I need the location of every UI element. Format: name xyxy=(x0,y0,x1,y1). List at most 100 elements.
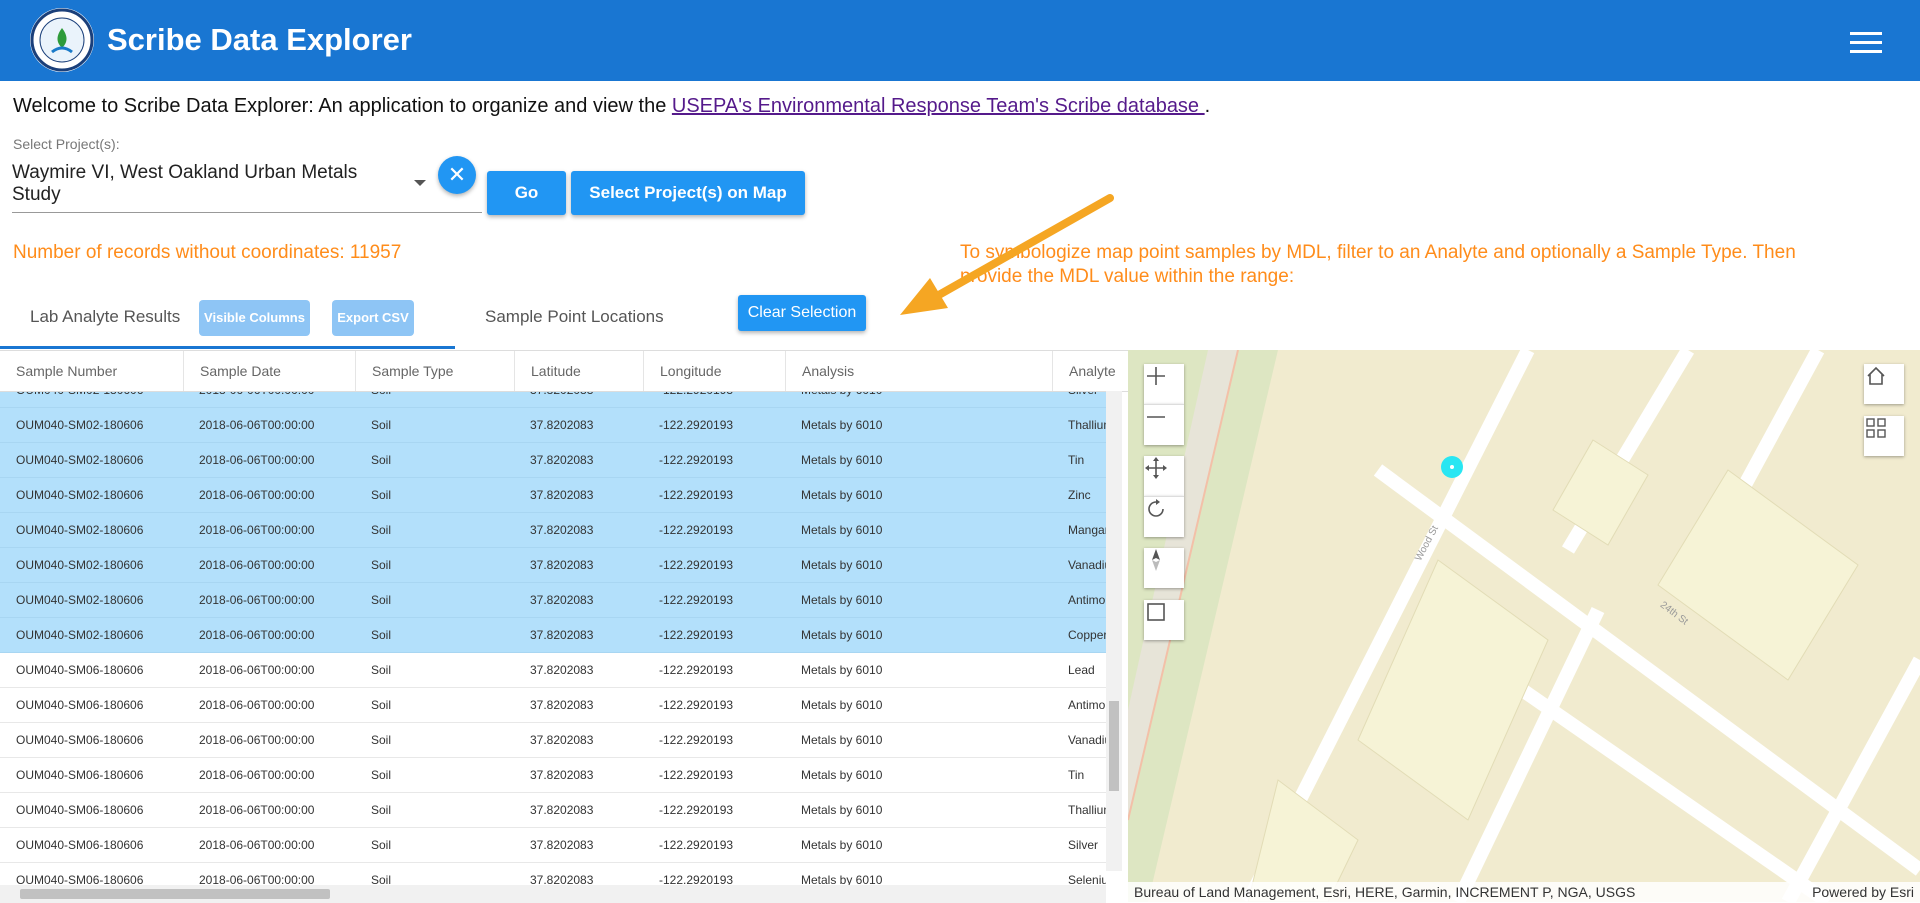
cell-sample-number: OUM040-SM02-180606 xyxy=(16,488,144,502)
cell-sample-date: 2018-06-06T00:00:00 xyxy=(199,488,315,502)
table-row[interactable]: OUM040-SM02-180606 2018-06-06T00:00:00 Soi… xyxy=(0,513,1106,548)
column-header-sample-date[interactable]: Sample Date xyxy=(183,351,355,391)
cell-sample-number: OUM040-SM02-180606 xyxy=(16,628,144,642)
table-row[interactable]: OUM040-SM06-180606 2018-06-06T00:00:00 Soi… xyxy=(0,793,1106,828)
cell-sample-number: OUM040-SM06-180606 xyxy=(16,838,144,852)
cell-sample-number: OUM040-SM02-180606 xyxy=(16,593,144,607)
map-view[interactable]: Wood St 24th St Bureau of Land Managemen… xyxy=(1128,350,1920,902)
close-icon[interactable]: ✕ xyxy=(438,156,476,194)
visible-columns-button[interactable]: Visible Columns xyxy=(199,300,310,336)
cell-analyte: Antimony xyxy=(1068,593,1106,607)
cell-sample-date: 2018-06-06T00:00:00 xyxy=(199,523,315,537)
horizontal-scrollbar[interactable] xyxy=(0,885,1106,903)
pan-icon[interactable] xyxy=(1144,456,1184,496)
export-csv-button[interactable]: Export CSV xyxy=(332,300,414,336)
tab-bar: Lab Analyte Results Visible Columns Expo… xyxy=(0,290,1128,350)
cell-sample-type: Soil xyxy=(371,453,392,467)
table-row[interactable]: OUM040-SM02-180606 2018-06-06T00:00:00 Soi… xyxy=(0,548,1106,583)
tab-lab-analyte-results[interactable]: Lab Analyte Results xyxy=(30,307,180,327)
table-row[interactable]: OUM040-SM06-180606 2018-06-06T00:00:00 Soi… xyxy=(0,758,1106,793)
cell-longitude: -122.2920193 xyxy=(659,523,734,537)
table-row[interactable]: OUM040-SM06-180606 2018-06-06T00:00:00 Soi… xyxy=(0,688,1106,723)
clear-selection-button[interactable]: Clear Selection xyxy=(738,295,866,331)
cell-longitude: -122.2920193 xyxy=(659,803,734,817)
cell-analysis: Metals by 6010 xyxy=(801,803,883,817)
cell-latitude: 37.8202083 xyxy=(530,768,594,782)
cell-sample-date: 2018-06-06T00:00:00 xyxy=(199,628,315,642)
column-header-analyte[interactable]: Analyte xyxy=(1052,351,1120,391)
chevron-down-icon[interactable] xyxy=(414,180,426,186)
horizontal-scroll-thumb[interactable] xyxy=(20,889,330,899)
select-projects-on-map-button[interactable]: Select Project(s) on Map xyxy=(571,171,805,215)
cell-sample-type: Soil xyxy=(371,698,392,712)
cell-analysis: Metals by 6010 xyxy=(801,698,883,712)
cell-sample-type: Soil xyxy=(371,768,392,782)
powered-by-esri[interactable]: Powered by Esri xyxy=(1812,882,1914,902)
cell-analysis: Metals by 6010 xyxy=(801,733,883,747)
cell-sample-type: Soil xyxy=(371,558,392,572)
rotate-icon[interactable] xyxy=(1144,496,1184,537)
cell-analyte: Zinc xyxy=(1068,488,1091,502)
table-row[interactable]: OUM040-SM06-180606 2018-06-06T00:00:00 Soi… xyxy=(0,723,1106,758)
cell-longitude: -122.2920193 xyxy=(659,418,734,432)
results-grid: Sample Number Sample Date Sample Type La… xyxy=(0,350,1128,903)
cell-sample-number: OUM040-SM06-180606 xyxy=(16,663,144,677)
column-header-analysis[interactable]: Analysis xyxy=(785,351,1053,391)
table-row[interactable]: OUM040-SM02-180606 2018-06-06T00:00:00 Soi… xyxy=(0,618,1106,653)
cell-latitude: 37.8202083 xyxy=(530,733,594,747)
map-attribution: Bureau of Land Management, Esri, HERE, G… xyxy=(1128,882,1920,902)
cell-latitude: 37.8202083 xyxy=(530,418,594,432)
cell-latitude: 37.8202083 xyxy=(530,523,594,537)
column-header-longitude[interactable]: Longitude xyxy=(643,351,786,391)
vertical-scroll-thumb[interactable] xyxy=(1109,701,1119,791)
cell-analyte: Silver xyxy=(1068,838,1099,852)
go-button[interactable]: Go xyxy=(487,171,566,215)
table-row[interactable]: OUM040-SM02-180606 2018-06-06T00:00:00 Soi… xyxy=(0,583,1106,618)
table-row[interactable]: OUM040-SM02-180606 2018-06-06T00:00:00 Soi… xyxy=(0,478,1106,513)
cell-sample-date: 2018-06-06T00:00:00 xyxy=(199,558,315,572)
cell-latitude: 37.8202083 xyxy=(530,593,594,607)
column-header-sample-number[interactable]: Sample Number xyxy=(0,351,184,391)
cell-sample-number: OUM040-SM02-180606 xyxy=(16,558,144,572)
welcome-prefix: Welcome to Scribe Data Explorer: An appl… xyxy=(13,95,672,117)
cell-latitude: 37.8202083 xyxy=(530,698,594,712)
table-row[interactable]: OUM040-SM06-180606 2018-06-06T00:00:00 Soi… xyxy=(0,828,1106,863)
cell-latitude: 37.8202083 xyxy=(530,803,594,817)
cell-sample-type: Soil xyxy=(371,418,392,432)
cell-longitude: -122.2920193 xyxy=(659,698,734,712)
cell-analysis: Metals by 6010 xyxy=(801,418,883,432)
cell-longitude: -122.2920193 xyxy=(659,628,734,642)
cell-sample-date: 2018-06-06T00:00:00 xyxy=(199,768,315,782)
project-select[interactable]: Waymire VI, West Oakland Urban Metals St… xyxy=(12,160,482,213)
tab-sample-point-locations[interactable]: Sample Point Locations xyxy=(485,307,664,327)
cell-analysis: Metals by 6010 xyxy=(801,838,883,852)
table-row[interactable]: OUM040-SM02-180606 2018-06-06T00:00:00 Soi… xyxy=(0,408,1106,443)
cell-latitude: 37.8202083 xyxy=(530,838,594,852)
home-icon[interactable] xyxy=(1864,364,1904,404)
cell-longitude: -122.2920193 xyxy=(659,768,734,782)
cell-analyte: Lead xyxy=(1068,663,1095,677)
table-row[interactable]: OUM040-SM06-180606 2018-06-06T00:00:00 Soi… xyxy=(0,653,1106,688)
qr-grid-icon[interactable] xyxy=(1864,416,1904,456)
cell-sample-type: Soil xyxy=(371,838,392,852)
vertical-scrollbar[interactable] xyxy=(1106,391,1122,871)
select-box-icon[interactable] xyxy=(1144,600,1184,640)
cell-sample-date: 2018-06-06T00:00:00 xyxy=(199,803,315,817)
zoom-in-icon[interactable] xyxy=(1144,364,1184,404)
zoom-out-icon[interactable] xyxy=(1144,404,1184,445)
cell-analyte: Vanadium xyxy=(1068,733,1106,747)
scribe-database-link[interactable]: USEPA's Environmental Response Team's Sc… xyxy=(672,95,1205,117)
welcome-suffix: . xyxy=(1204,95,1211,117)
project-select-value: Waymire VI, West Oakland Urban Metals St… xyxy=(12,162,358,205)
column-header-latitude[interactable]: Latitude xyxy=(514,351,644,391)
column-header-sample-type[interactable]: Sample Type xyxy=(355,351,515,391)
app-title: Scribe Data Explorer xyxy=(107,22,412,57)
cell-longitude: -122.2920193 xyxy=(659,488,734,502)
cell-sample-number: OUM040-SM02-180606 xyxy=(16,418,144,432)
hamburger-menu-icon[interactable] xyxy=(1850,32,1882,56)
table-row[interactable]: OUM040-SM02-180606 2018-06-06T00:00:00 Soi… xyxy=(0,443,1106,478)
compass-icon[interactable] xyxy=(1144,548,1184,588)
welcome-text: Welcome to Scribe Data Explorer: An appl… xyxy=(13,93,1210,119)
cell-analysis: Metals by 6010 xyxy=(801,488,883,502)
cell-sample-number: OUM040-SM06-180606 xyxy=(16,768,144,782)
